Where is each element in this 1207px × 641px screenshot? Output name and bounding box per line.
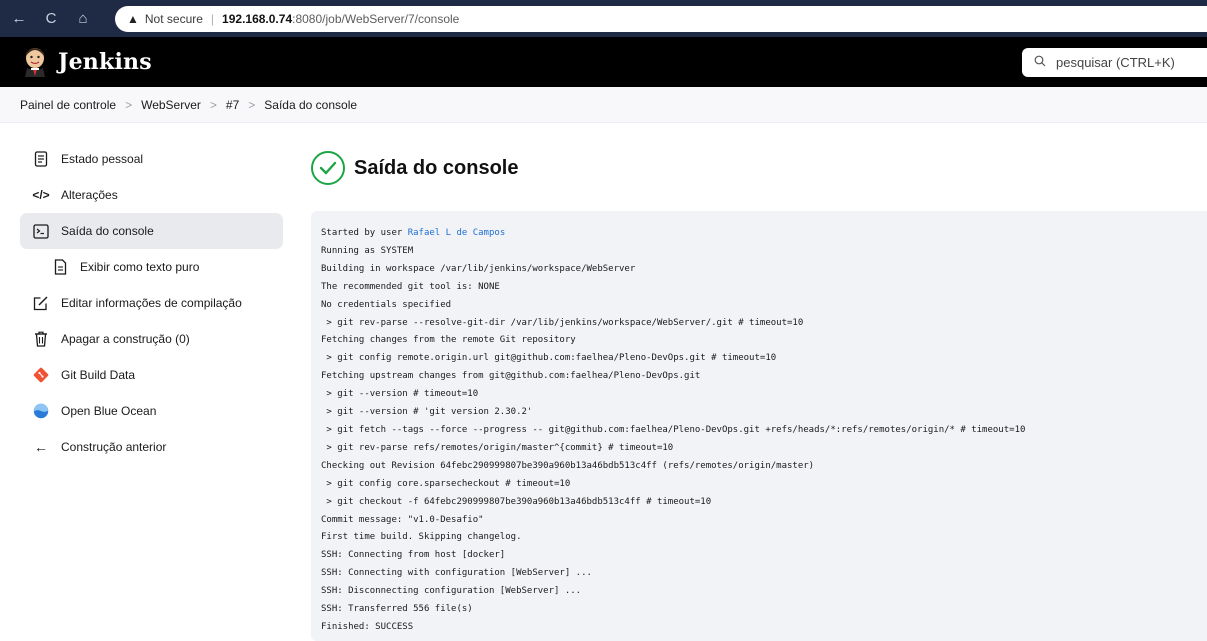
jenkins-brand[interactable]: Jenkins bbox=[58, 49, 152, 75]
chevron-right-icon: > bbox=[125, 97, 133, 112]
edit-icon bbox=[33, 295, 49, 311]
address-bar[interactable]: ▲ Not secure | 192.168.0.74:8080/job/Web… bbox=[115, 6, 1207, 32]
chevron-right-icon: > bbox=[209, 97, 217, 112]
search-icon bbox=[1034, 55, 1046, 70]
breadcrumb-console[interactable]: Saída do console bbox=[264, 98, 357, 112]
back-icon[interactable]: ← bbox=[6, 6, 32, 32]
sidebar-item-label: Alterações bbox=[61, 188, 118, 202]
console-lines: Running as SYSTEM Building in workspace /… bbox=[321, 243, 1197, 637]
console-line: Building in workspace /var/lib/jenkins/w… bbox=[321, 263, 636, 274]
sidebar-item-console[interactable]: Saída do console bbox=[20, 213, 283, 249]
console-line: > git rev-parse refs/remotes/origin/mast… bbox=[321, 442, 674, 453]
console-line: > git rev-parse --resolve-git-dir /var/l… bbox=[321, 317, 804, 328]
console-line: SSH: Transferred 556 file(s) bbox=[321, 604, 473, 615]
check-circle-icon bbox=[311, 151, 345, 185]
console-line: > git fetch --tags --force --progress --… bbox=[321, 424, 1026, 435]
console-line: > git --version # 'git version 2.30.2' bbox=[321, 407, 533, 418]
document-icon bbox=[33, 151, 49, 167]
terminal-icon bbox=[33, 223, 49, 239]
console-line: No credentials specified bbox=[321, 299, 452, 310]
arrow-left-icon: ← bbox=[34, 439, 48, 455]
sidebar-item-blue-ocean[interactable]: Open Blue Ocean bbox=[20, 393, 283, 429]
console-line: SSH: Connecting from host [docker] bbox=[321, 550, 506, 561]
sidebar-item-label: Editar informações de compilação bbox=[61, 296, 242, 310]
sidebar-item-label: Saída do console bbox=[61, 224, 154, 238]
sidebar-item-delete-build[interactable]: Apagar a construção (0) bbox=[20, 321, 283, 357]
console-line: Checking out Revision 64febc290999807be3… bbox=[321, 460, 815, 471]
sidebar-item-label: Exibir como texto puro bbox=[80, 260, 200, 274]
warning-icon[interactable]: ▲ bbox=[127, 12, 139, 26]
console-line: Fetching upstream changes from git@githu… bbox=[321, 371, 701, 382]
chevron-right-icon: > bbox=[248, 97, 256, 112]
page-title: Saída do console bbox=[354, 156, 519, 179]
sidebar-item-edit-build-info[interactable]: Editar informações de compilação bbox=[20, 285, 283, 321]
code-icon: </> bbox=[32, 188, 50, 202]
console-output[interactable]: Started by user Rafael L de Campos Runnin… bbox=[311, 211, 1207, 641]
user-link[interactable]: Rafael L de Campos bbox=[408, 228, 506, 238]
console-line: Commit message: "v1.0-Desafio" bbox=[321, 514, 484, 525]
console-line: > git checkout -f 64febc290999807be390a9… bbox=[321, 496, 712, 507]
reload-icon[interactable]: C bbox=[38, 6, 64, 32]
jenkins-header: Jenkins pesquisar (CTRL+K) bbox=[0, 37, 1207, 87]
sidebar-item-changes[interactable]: </> Alterações bbox=[20, 177, 283, 213]
breadcrumb-dashboard[interactable]: Painel de controle bbox=[20, 98, 116, 112]
url-path: :8080/job/WebServer/7/console bbox=[292, 12, 460, 26]
jenkins-logo-icon[interactable] bbox=[22, 47, 48, 77]
console-line: > git config remote.origin.url git@githu… bbox=[321, 353, 777, 364]
trash-icon bbox=[33, 331, 49, 347]
breadcrumb-build[interactable]: #7 bbox=[226, 98, 239, 112]
sidebar-item-label: Open Blue Ocean bbox=[61, 404, 157, 418]
console-line: First time build. Skipping changelog. bbox=[321, 532, 522, 543]
sidebar-item-plain-text[interactable]: Exibir como texto puro bbox=[20, 249, 283, 285]
sidebar-item-previous-build[interactable]: ← Construção anterior bbox=[20, 429, 283, 465]
address-separator: | bbox=[210, 12, 215, 26]
file-text-icon bbox=[52, 259, 68, 275]
console-line: Running as SYSTEM bbox=[321, 245, 414, 256]
main-content: Saída do console Started by user Rafael … bbox=[311, 138, 1207, 641]
console-line: Fetching changes from the remote Git rep… bbox=[321, 335, 576, 346]
sidebar-item-label: Apagar a construção (0) bbox=[61, 332, 190, 346]
console-line: SSH: Connecting with configuration [WebS… bbox=[321, 568, 592, 579]
sidebar-item-status[interactable]: Estado pessoal bbox=[20, 141, 283, 177]
breadcrumb-job[interactable]: WebServer bbox=[141, 98, 201, 112]
console-line: Finished: SUCCESS bbox=[321, 621, 414, 632]
sidebar-item-label: Estado pessoal bbox=[61, 152, 144, 166]
breadcrumb: Painel de controle > WebServer > #7 > Sa… bbox=[0, 87, 1207, 123]
sidebar-item-git-build-data[interactable]: Git Build Data bbox=[20, 357, 283, 393]
console-line: SSH: Disconnecting configuration [WebSer… bbox=[321, 586, 582, 597]
git-icon bbox=[33, 367, 49, 383]
sidebar: Estado pessoal </> Alterações Saída do c… bbox=[20, 141, 283, 465]
blue-ocean-icon bbox=[33, 403, 49, 419]
console-line: The recommended git tool is: NONE bbox=[321, 281, 500, 292]
console-line: > git config core.sparsecheckout # timeo… bbox=[321, 478, 571, 489]
home-icon[interactable]: ⌂ bbox=[70, 6, 96, 32]
search-placeholder: pesquisar (CTRL+K) bbox=[1056, 55, 1175, 70]
url-host: 192.168.0.74 bbox=[222, 12, 293, 26]
browser-toolbar: ← C ⌂ ▲ Not secure | 192.168.0.74:8080/j… bbox=[0, 0, 1207, 37]
console-line: Started by user Rafael L de Campos bbox=[321, 225, 1197, 243]
page-header: Saída do console bbox=[311, 138, 1207, 198]
sidebar-item-label: Git Build Data bbox=[61, 368, 136, 382]
console-line: > git --version # timeout=10 bbox=[321, 389, 479, 400]
console-started-prefix: Started by user bbox=[321, 228, 408, 238]
search-input[interactable]: pesquisar (CTRL+K) bbox=[1022, 48, 1207, 77]
security-label[interactable]: Not secure bbox=[145, 12, 203, 26]
sidebar-item-label: Construção anterior bbox=[61, 440, 167, 454]
